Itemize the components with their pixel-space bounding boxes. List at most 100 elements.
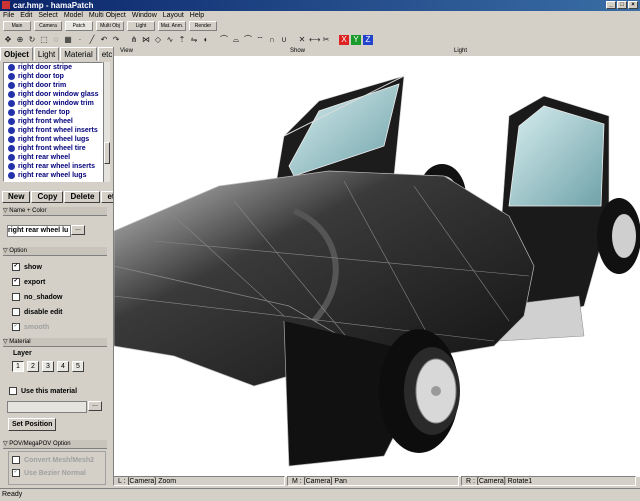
redo-icon[interactable]: ↷ [111, 35, 121, 45]
extrude-icon[interactable]: ⇡ [177, 35, 187, 45]
set-position-button[interactable]: Set Position [8, 418, 57, 431]
flatten-icon[interactable]: ∪ [279, 35, 289, 45]
tab-main[interactable]: Main [3, 21, 31, 31]
list-item[interactable]: right door window glass [8, 90, 102, 99]
pov-header[interactable]: ▽ POV/MegaPOV Option [3, 440, 107, 449]
color-browse-button[interactable]: ... [71, 225, 85, 235]
menu-model[interactable]: Model [61, 11, 86, 20]
object-icon [8, 154, 15, 161]
edge-icon[interactable]: ╱ [87, 35, 97, 45]
x-axis-icon[interactable]: X [339, 34, 349, 45]
select-icon[interactable]: ⬚ [39, 35, 49, 45]
object-icon [8, 100, 15, 107]
list-item[interactable]: right fender top [8, 108, 102, 117]
tab-mat-anm[interactable]: Mat. Anm. [158, 21, 186, 31]
curve-icon[interactable]: ∿ [165, 35, 175, 45]
layer-2-button[interactable]: 2 [27, 361, 39, 372]
3d-viewport[interactable]: View Show Light [113, 47, 640, 477]
menu-window[interactable]: Window [129, 11, 160, 20]
tab-object[interactable]: Object [0, 47, 33, 61]
connect-icon[interactable]: ⟷ [309, 35, 320, 45]
list-item[interactable]: right door window trim [8, 99, 102, 108]
new-button[interactable]: New [2, 191, 31, 203]
status-bar: Ready [0, 488, 640, 500]
menu-multi-object[interactable]: Multi Object [86, 11, 129, 20]
view-menu[interactable]: View [120, 47, 133, 56]
use-material-checkbox[interactable]: Use this material [9, 387, 77, 395]
rotate-icon[interactable]: ↻ [27, 35, 37, 45]
tab-material[interactable]: Material [60, 47, 97, 61]
list-item[interactable]: right rear wheel inserts [8, 162, 102, 171]
menu-edit[interactable]: Edit [17, 11, 35, 20]
maximize-button[interactable]: □ [617, 1, 627, 9]
light-menu[interactable]: Light [454, 47, 467, 56]
weld-icon[interactable]: ⋈ [141, 35, 151, 45]
copy-button[interactable]: Copy [31, 191, 64, 203]
list-item[interactable]: right rear wheel lugs [8, 171, 102, 180]
list-item[interactable]: right front wheel tire [8, 144, 102, 153]
name-color-header[interactable]: ▽ Name + Color [3, 207, 107, 216]
fillet-icon[interactable]: ⌒ [243, 35, 253, 45]
y-axis-icon[interactable]: Y [351, 34, 361, 45]
lathe-icon[interactable]: ◐ [201, 35, 211, 45]
mouse-hint-bar: L : [Camera] Zoom M : [Camera] Pan R : [… [113, 476, 640, 488]
object-list[interactable]: right door stripe right door top right d… [3, 62, 103, 182]
layer-4-button[interactable]: 4 [57, 361, 69, 372]
tab-camera[interactable]: Camera [34, 21, 62, 31]
convert-mesh-checkbox: Convert Mesh/Mesh2 [12, 456, 94, 464]
layer-3-button[interactable]: 3 [42, 361, 54, 372]
bevel-icon[interactable]: ⌔ [255, 35, 265, 45]
layer-5-button[interactable]: 5 [72, 361, 84, 372]
tab-multi-obj[interactable]: Multi Obj [96, 21, 124, 31]
menu-select[interactable]: Select [35, 11, 60, 20]
vertex-icon[interactable]: · [75, 35, 85, 45]
grid-icon[interactable]: ▦ [63, 35, 73, 45]
list-item[interactable]: right door stripe [8, 63, 102, 72]
menu-bar: File Edit Select Model Multi Object Wind… [0, 11, 640, 20]
mirror-icon[interactable]: ⇋ [189, 35, 199, 45]
split-icon[interactable]: ⋔ [129, 35, 139, 45]
knot-icon[interactable]: ⌒ [219, 35, 229, 45]
move-icon[interactable]: ✥ [3, 35, 13, 45]
tab-light[interactable]: Light [127, 21, 155, 31]
show-checkbox[interactable]: ✓ show [12, 263, 42, 271]
cross-icon[interactable]: ✕ [297, 35, 307, 45]
material-field[interactable] [7, 401, 87, 413]
material-header[interactable]: ▽ Material [3, 338, 107, 347]
layer-1-button[interactable]: 1 [12, 361, 24, 372]
tab-render[interactable]: Render [189, 21, 217, 31]
patch-icon[interactable]: ◇ [153, 35, 163, 45]
lasso-icon[interactable]: ◌ [51, 35, 61, 45]
object-panel: Object Light Material etc. right door st… [0, 47, 128, 488]
cut-icon[interactable]: ✂ [321, 35, 331, 45]
menu-layout[interactable]: Layout [160, 11, 187, 20]
list-item[interactable]: right door trim [8, 81, 102, 90]
zoom-icon[interactable]: ⊕ [15, 35, 25, 45]
disable-edit-checkbox[interactable]: disable edit [12, 308, 63, 316]
list-item[interactable]: right front wheel lugs [8, 135, 102, 144]
arc-icon[interactable]: ⌓ [231, 35, 241, 45]
list-item[interactable]: right door top [8, 72, 102, 81]
export-checkbox[interactable]: ✓ export [12, 278, 45, 286]
list-item[interactable]: right front wheel inserts [8, 126, 102, 135]
left-mouse-hint: L : [Camera] Zoom [113, 476, 285, 486]
menu-help[interactable]: Help [187, 11, 207, 20]
object-name-field[interactable]: right rear wheel lu [7, 225, 71, 237]
object-icon [8, 163, 15, 170]
z-axis-icon[interactable]: Z [363, 34, 373, 45]
list-item[interactable]: right rear wheel [8, 153, 102, 162]
show-menu[interactable]: Show [290, 47, 305, 56]
material-browse-button[interactable]: ... [88, 401, 102, 411]
close-button[interactable]: × [628, 1, 638, 9]
undo-icon[interactable]: ↶ [99, 35, 109, 45]
delete-button[interactable]: Delete [64, 191, 101, 203]
tab-light-panel[interactable]: Light [33, 47, 60, 61]
list-item[interactable]: right front wheel [8, 117, 102, 126]
smooth-icon[interactable]: ∩ [267, 35, 277, 45]
menu-file[interactable]: File [0, 11, 17, 20]
object-list-scrollbar[interactable] [103, 62, 110, 182]
minimize-button[interactable]: _ [606, 1, 616, 9]
tab-patch[interactable]: Patch [65, 21, 93, 31]
option-header[interactable]: ▽ Option [3, 247, 107, 256]
no-shadow-checkbox[interactable]: no_shadow [12, 293, 63, 301]
